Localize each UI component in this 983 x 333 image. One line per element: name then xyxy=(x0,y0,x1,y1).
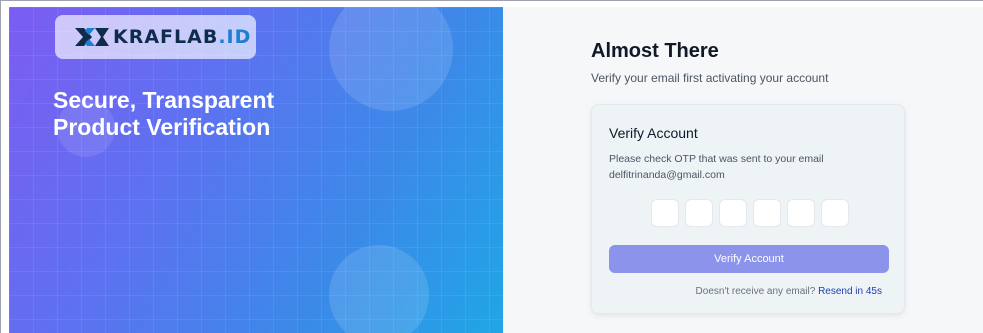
brand-logo: KRAFLAB.ID xyxy=(55,15,256,59)
card-title: Verify Account xyxy=(609,125,698,141)
user-email: delfitrinanda@gmail.com xyxy=(609,169,725,181)
otp-digit-4[interactable] xyxy=(753,199,781,227)
otp-digit-5[interactable] xyxy=(787,199,815,227)
app-frame: KRAFLAB.ID Secure, Transparent Product V… xyxy=(0,0,983,333)
otp-digit-6[interactable] xyxy=(821,199,849,227)
card-description: Please check OTP that was sent to your e… xyxy=(609,151,899,183)
otp-digit-1[interactable] xyxy=(651,199,679,227)
verify-account-button[interactable]: Verify Account xyxy=(609,245,889,273)
verify-panel: Almost There Verify your email first act… xyxy=(503,7,983,333)
page-subtitle: Verify your email first activating your … xyxy=(591,71,829,85)
hero-tagline: Secure, Transparent Product Verification xyxy=(53,87,275,140)
resend-prompt: Doesn't receive any email? xyxy=(695,286,816,297)
kraflab-logo-icon xyxy=(75,28,109,46)
otp-instructions: Please check OTP that was sent to your e… xyxy=(609,153,824,165)
resend-link[interactable]: Resend in 45s xyxy=(818,286,882,297)
hero-panel: KRAFLAB.ID Secure, Transparent Product V… xyxy=(9,7,503,333)
otp-digit-3[interactable] xyxy=(719,199,747,227)
logo-wordmark: KRAFLAB.ID xyxy=(113,26,252,48)
otp-input-group xyxy=(651,199,849,227)
page-title: Almost There xyxy=(591,40,719,62)
resend-row: Doesn't receive any email? Resend in 45s xyxy=(696,286,882,297)
verify-card: Verify Account Please check OTP that was… xyxy=(591,104,905,314)
otp-digit-2[interactable] xyxy=(685,199,713,227)
